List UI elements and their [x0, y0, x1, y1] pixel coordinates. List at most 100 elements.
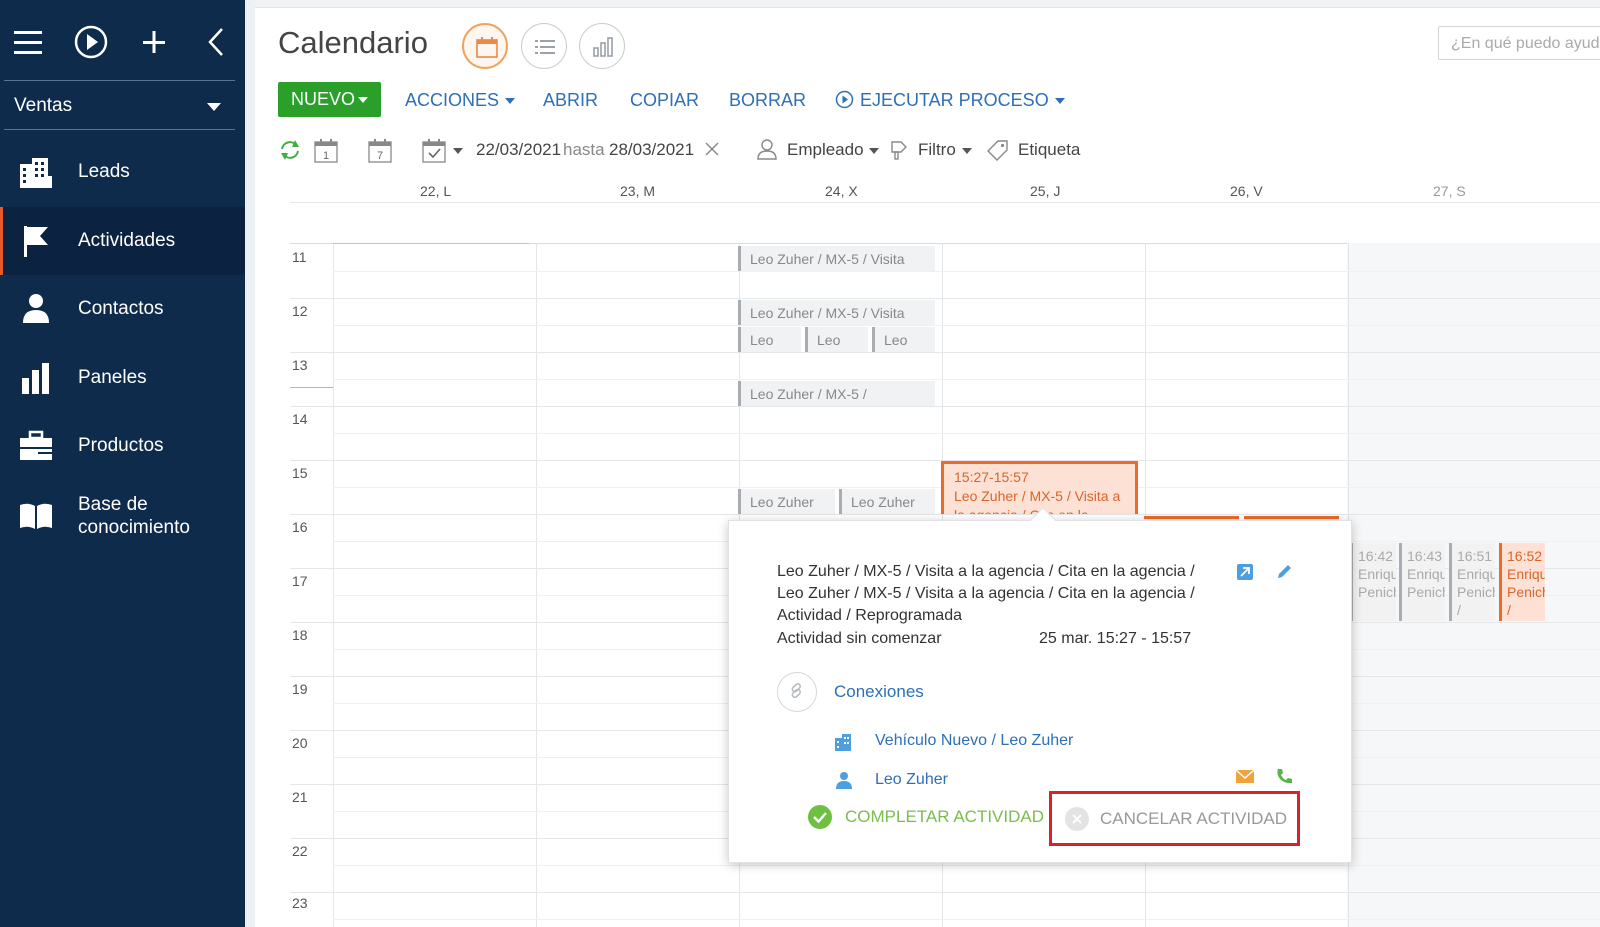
sidebar-item-productos[interactable]: Productos	[0, 412, 245, 480]
day-header: 23, M	[620, 183, 656, 199]
tag-icon	[986, 138, 1010, 167]
sidebar-top-bar	[0, 0, 245, 80]
calendar-event[interactable]: Leo Zuher / MX-5 /	[738, 381, 935, 406]
sidebar-item-contactos[interactable]: Contactos	[0, 275, 245, 343]
calendar-view-button[interactable]	[462, 23, 508, 69]
sidebar-item-leads[interactable]: Leads	[0, 138, 245, 206]
tag-filter[interactable]: Etiqueta	[1018, 140, 1080, 160]
filter-icon	[889, 137, 913, 166]
search-input[interactable]: ¿En qué puedo ayudarle?	[1438, 26, 1600, 60]
calendar-event[interactable]: 16:52 Enrique Penichet /	[1499, 543, 1545, 621]
calendar-event[interactable]: Leo	[738, 327, 801, 352]
email-icon[interactable]	[1235, 769, 1255, 790]
analytics-view-button[interactable]	[579, 23, 625, 69]
activity-popup: Leo Zuher / MX-5 / Visita a la agencia /…	[728, 507, 1352, 863]
caret-down-icon[interactable]	[962, 148, 972, 154]
grid-row-line	[290, 298, 1600, 299]
event-title: Enrique Penichet /	[1457, 566, 1495, 618]
calendar-event[interactable]: Leo Zuher / MX-5 / Visita	[738, 300, 935, 325]
calendar-event[interactable]: 16:51 Enrique Penichet /	[1449, 543, 1495, 621]
caret-down-icon	[358, 97, 368, 103]
briefcase-icon	[18, 428, 54, 464]
filter-dropdown[interactable]: Filtro	[918, 140, 956, 160]
employee-filter[interactable]: Empleado	[787, 140, 864, 160]
complete-activity-label: COMPLETAR ACTIVIDAD	[845, 807, 1044, 826]
date-from[interactable]: 22/03/2021	[476, 140, 561, 160]
event-time: 16:51	[1457, 548, 1493, 564]
open-external-icon[interactable]	[1236, 563, 1254, 586]
sidebar-item-base-de-conocimiento[interactable]: Base de conocimiento	[0, 481, 245, 553]
calendar-event[interactable]: 16:42 Enrique Penichet	[1350, 543, 1396, 621]
sidebar-item-label: Base de conocimiento	[78, 494, 190, 538]
sidebar-item-paneles[interactable]: Paneles	[0, 344, 245, 412]
new-button-label: NUEVO	[291, 89, 356, 109]
run-process-icon[interactable]	[71, 22, 111, 62]
event-time: 16:52	[1507, 548, 1543, 564]
top-border	[255, 0, 1600, 8]
hour-label: 17	[292, 573, 308, 589]
clear-date-icon[interactable]	[704, 141, 720, 162]
calendar-event[interactable]: Leo	[805, 327, 868, 352]
caret-down-icon[interactable]	[453, 148, 463, 154]
main-area: Calendario ¿En qué puedo ayudarle? NUEVO…	[255, 0, 1600, 927]
hour-label: 11	[292, 249, 307, 265]
delete-button[interactable]: BORRAR	[729, 90, 806, 111]
current-time-marker	[290, 387, 333, 388]
cancel-circle-icon	[1065, 807, 1089, 831]
header-divider	[290, 202, 1600, 203]
new-button[interactable]: NUEVO	[278, 82, 381, 117]
run-process-button[interactable]: EJECUTAR PROCESO	[835, 90, 1065, 111]
selected-event[interactable]: 15:27-15:57 Leo Zuher / MX-5 / Visita a …	[941, 461, 1138, 514]
event-title: Enrique Penichet	[1407, 566, 1445, 600]
cancel-activity-button[interactable]: CANCELAR ACTIVIDAD	[1049, 791, 1300, 846]
actions-button[interactable]: ACCIONES	[405, 90, 516, 111]
list-view-button[interactable]	[521, 23, 567, 69]
open-button[interactable]: ABRIR	[543, 90, 598, 111]
book-icon	[18, 497, 54, 533]
week-view-icon[interactable]: 7	[367, 138, 393, 169]
caret-down-icon[interactable]	[869, 148, 879, 154]
hour-label: 23	[292, 895, 308, 911]
connections-label: Conexiones	[834, 682, 924, 701]
opportunity-link[interactable]: Vehículo Nuevo / Leo Zuher	[875, 732, 1073, 750]
sidebar-item-actividades[interactable]: Actividades	[0, 207, 245, 275]
calendar-event[interactable]: Leo Zuher / MX-5 / Visita	[738, 246, 935, 271]
copy-button[interactable]: COPIAR	[630, 90, 699, 111]
period-calendar-icon[interactable]	[421, 138, 447, 169]
bar-chart-icon	[18, 360, 54, 396]
grid-row-line	[290, 892, 1600, 893]
edit-pencil-icon[interactable]	[1275, 563, 1293, 586]
hour-label: 20	[292, 735, 308, 751]
building-icon	[834, 732, 854, 757]
hamburger-menu-icon[interactable]	[8, 22, 48, 62]
contact-link[interactable]: Leo Zuher	[875, 771, 948, 789]
day-header: 22, L	[420, 183, 452, 199]
page-title: Calendario	[278, 25, 428, 60]
grid-column-line	[333, 243, 334, 927]
hour-label: 18	[292, 627, 308, 643]
person-icon	[835, 771, 853, 794]
activity-title: Leo Zuher / MX-5 / Visita a la agencia /…	[777, 563, 1195, 624]
workspace-selector[interactable]: Ventas	[0, 84, 245, 130]
caret-down-icon	[1054, 98, 1065, 105]
calendar-event[interactable]: Leo Zuher	[738, 489, 835, 514]
collapse-chevron-left-icon[interactable]	[197, 22, 237, 62]
plus-icon[interactable]	[134, 22, 174, 62]
refresh-icon[interactable]	[278, 138, 302, 167]
caret-down-icon	[505, 98, 516, 105]
chevron-down-icon	[207, 103, 221, 111]
hour-label: 19	[292, 681, 308, 697]
calendar-event[interactable]: 16:43 Enrique Penichet	[1399, 543, 1445, 621]
day-view-icon[interactable]: 1	[313, 138, 339, 169]
hour-label: 15	[292, 465, 308, 481]
phone-icon[interactable]	[1275, 767, 1293, 790]
connections-icon	[777, 672, 817, 712]
person-outline-icon	[755, 137, 779, 166]
date-to[interactable]: 28/03/2021	[609, 140, 694, 160]
event-title: Enrique Penichet /	[1507, 566, 1545, 618]
activity-status: Actividad sin comenzar	[777, 630, 942, 647]
calendar-event[interactable]: Leo Zuher	[839, 489, 935, 514]
calendar-event[interactable]: Leo	[872, 327, 935, 352]
calendar-icon	[476, 37, 498, 58]
grid-row-line	[333, 919, 1600, 920]
